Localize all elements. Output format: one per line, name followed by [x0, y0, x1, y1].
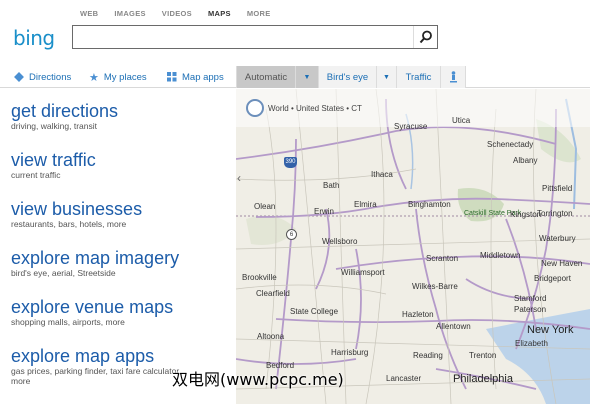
left-panel: get directions driving, walking, transit… [0, 89, 236, 404]
search-input[interactable] [72, 25, 438, 49]
caret-down-icon: ▼ [303, 73, 311, 81]
top-nav: WEB IMAGES VIDEOS MAPS MORE [80, 9, 287, 18]
person-icon [449, 71, 457, 83]
automatic-button[interactable]: Automatic [236, 66, 295, 88]
map-toolbar: Directions ★ My places Map apps Automati… [0, 66, 590, 88]
explore-map-apps-item[interactable]: explore map apps gas prices, parking fin… [11, 346, 181, 386]
search-button[interactable] [413, 26, 437, 48]
city-label: Elmira [354, 200, 377, 209]
city-label: Binghamton [408, 200, 451, 209]
shield-label: 6 [289, 232, 294, 238]
item-title[interactable]: get directions [11, 101, 118, 121]
explore-venue-maps-item[interactable]: explore venue maps shopping malls, airpo… [11, 297, 173, 327]
city-label: Syracuse [394, 122, 428, 131]
city-label: Brookville [242, 273, 277, 282]
item-subtitle: restaurants, bars, hotels, more [11, 219, 127, 229]
city-label: Paterson [514, 305, 547, 314]
bing-logo[interactable]: bing [13, 26, 55, 50]
item-subtitle: current traffic [11, 170, 61, 180]
city-label: Stamford [514, 294, 547, 303]
city-label: Schenectady [487, 140, 534, 149]
globe-icon[interactable] [246, 99, 264, 117]
city-label: Olean [254, 202, 276, 211]
traffic-label: Traffic [405, 71, 432, 83]
nav-images[interactable]: IMAGES [114, 9, 145, 18]
city-label: Allentown [436, 322, 471, 331]
city-label: Elizabeth [515, 339, 548, 348]
city-label: Clearfield [256, 289, 290, 298]
city-label: Albany [513, 156, 538, 165]
map-apps-button[interactable]: Map apps [167, 66, 224, 88]
collapse-panel-icon[interactable]: ‹ [237, 171, 241, 185]
item-subtitle: driving, walking, transit [11, 121, 97, 131]
city-label: Altoona [257, 332, 285, 341]
map-canvas[interactable]: World • United States • CT ‹ 390 6 Syrac… [236, 89, 590, 404]
search-icon [419, 30, 432, 44]
city-label: Scranton [426, 254, 459, 263]
city-label: Wellsboro [322, 237, 358, 246]
my-places-label: My places [103, 71, 147, 83]
city-label: Utica [452, 116, 471, 125]
item-subtitle-more: more [11, 376, 31, 386]
city-label: Middletown [480, 251, 521, 260]
explore-map-imagery-item[interactable]: explore map imagery bird's eye, aerial, … [11, 248, 179, 278]
birds-eye-dropdown[interactable]: ▼ [376, 66, 396, 88]
map-apps-label: Map apps [182, 71, 224, 83]
directions-button[interactable]: Directions [14, 66, 71, 88]
route-shield: 6 [286, 229, 297, 240]
city-label: Williamsport [341, 268, 385, 277]
automatic-dropdown[interactable]: ▼ [295, 66, 318, 88]
directions-label: Directions [29, 71, 72, 83]
nav-videos[interactable]: VIDEOS [162, 9, 192, 18]
header: bing WEB IMAGES VIDEOS MAPS MORE [0, 0, 590, 62]
item-subtitle: shopping malls, airports, more [11, 317, 125, 327]
city-label: Harrisburg [331, 348, 369, 357]
get-directions-item[interactable]: get directions driving, walking, transit [11, 101, 118, 131]
city-label: Trenton [469, 351, 497, 360]
automatic-label: Automatic [244, 71, 288, 83]
star-icon: ★ [89, 71, 99, 84]
city-label: Reading [413, 351, 443, 360]
caret-down-icon: ▼ [383, 73, 390, 81]
item-title[interactable]: explore map imagery [11, 248, 179, 268]
nav-more[interactable]: MORE [247, 9, 271, 18]
item-title[interactable]: explore map apps [11, 346, 181, 366]
city-label: Bath [323, 181, 340, 190]
my-places-button[interactable]: ★ My places [89, 66, 147, 88]
breadcrumb-text[interactable]: World • United States • CT [268, 104, 362, 113]
item-subtitle: gas prices, parking finder, taxi fare ca… [11, 366, 182, 376]
item-title[interactable]: view traffic [11, 150, 96, 170]
view-traffic-item[interactable]: view traffic current traffic [11, 150, 96, 180]
birds-eye-button[interactable]: Bird's eye [318, 66, 376, 88]
map-breadcrumb[interactable]: World • United States • CT [246, 99, 362, 117]
city-label: New Haven [541, 259, 583, 268]
birds-eye-label: Bird's eye [326, 71, 369, 83]
city-label: New York [527, 324, 574, 336]
nav-web[interactable]: WEB [80, 9, 98, 18]
streetside-button[interactable] [440, 66, 466, 88]
traffic-button[interactable]: Traffic [396, 66, 440, 88]
watermark: 双电网(www.pcpc.me) [172, 370, 344, 389]
city-label: Hazleton [402, 310, 434, 319]
directions-icon [14, 72, 24, 82]
city-label: State College [290, 307, 339, 316]
city-label: Torrington [537, 209, 573, 218]
city-label: Lancaster [386, 374, 422, 383]
item-title[interactable]: view businesses [11, 199, 142, 219]
item-subtitle: bird's eye, aerial, Streetside [11, 268, 116, 278]
city-label: Philadelphia [453, 373, 513, 385]
grid-icon [167, 72, 177, 82]
item-title[interactable]: explore venue maps [11, 297, 173, 317]
city-label: Bridgeport [534, 274, 571, 283]
city-label: Ithaca [371, 170, 393, 179]
nav-maps[interactable]: MAPS [208, 9, 231, 18]
city-label: Wilkes-Barre [412, 282, 458, 291]
city-label: Pittsfield [542, 184, 573, 193]
interstate-shield: 390 [284, 157, 297, 168]
view-businesses-item[interactable]: view businesses restaurants, bars, hotel… [11, 199, 142, 229]
city-label: Waterbury [539, 234, 576, 243]
shield-label: 390 [285, 159, 296, 165]
city-label: Erwin [314, 207, 335, 216]
